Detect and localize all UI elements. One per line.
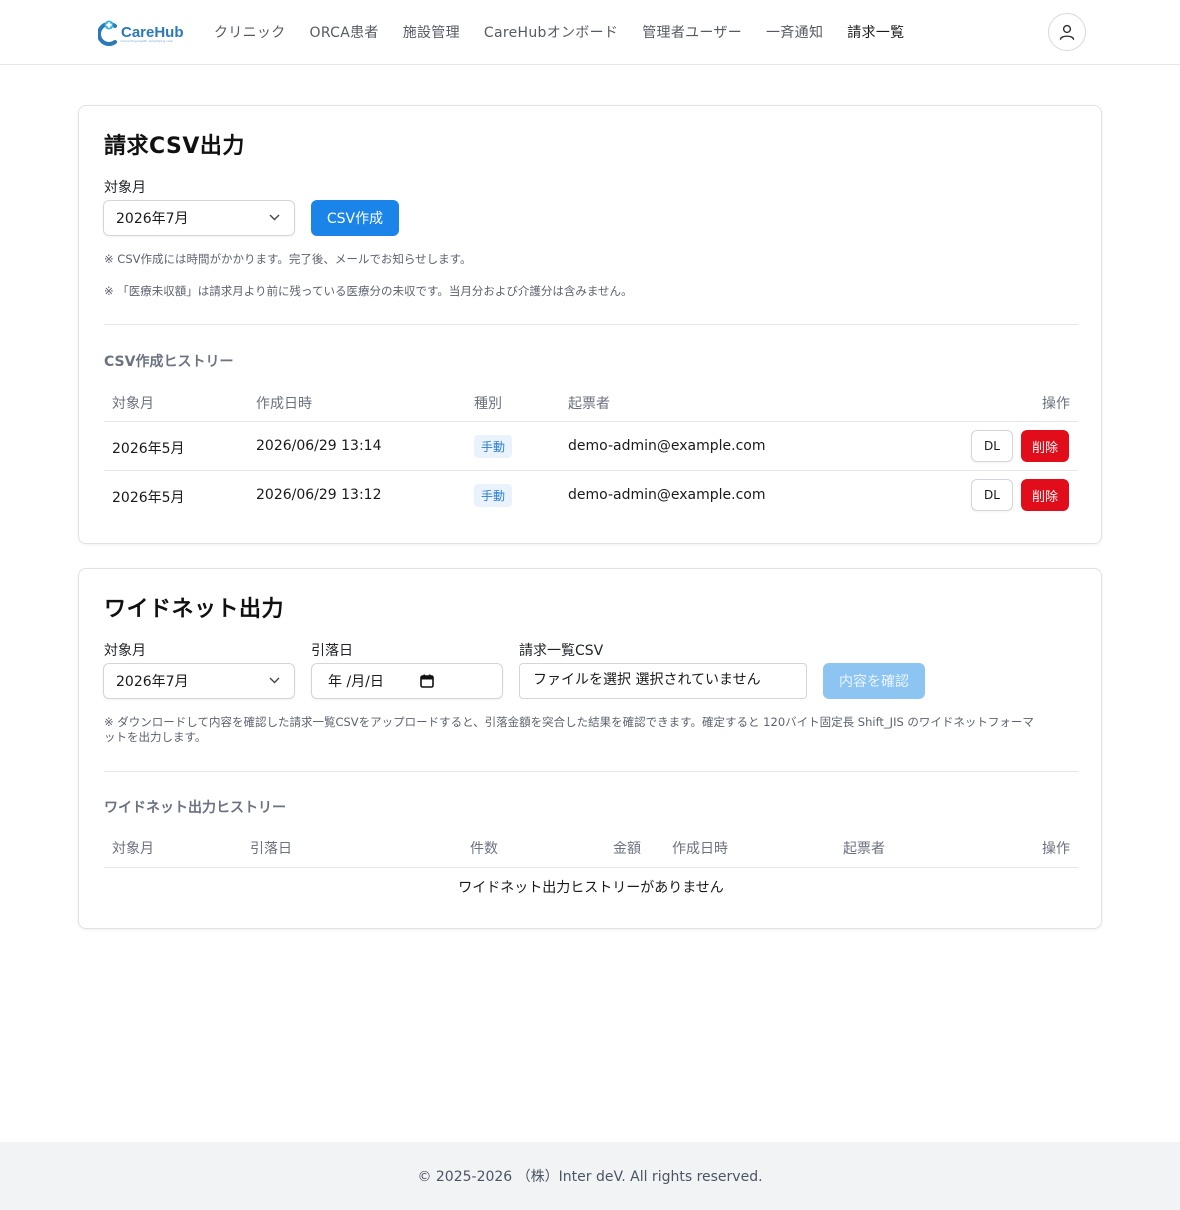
nav-admin-users[interactable]: 管理者ユーザー bbox=[642, 22, 742, 42]
footer: © 2025-2026 （株）Inter deV. All rights res… bbox=[0, 1142, 1180, 1210]
target-month-value: 2026年7月 bbox=[116, 211, 189, 227]
col-actions: 操作 bbox=[1042, 841, 1070, 857]
confirm-content-button[interactable]: 内容を確認 bbox=[823, 663, 925, 699]
widenet-month-select[interactable]: 2026年7月 bbox=[103, 663, 295, 699]
row-created: 2026/06/29 13:12 bbox=[256, 487, 382, 503]
col-created-at: 作成日時 bbox=[672, 841, 728, 857]
col-target-month: 対象月 bbox=[112, 841, 154, 857]
col-created-at: 作成日時 bbox=[256, 396, 312, 412]
kind-badge: 手動 bbox=[474, 435, 513, 458]
csv-note-2: ※ 「医療未収額」は請求月より前に残っている医療分の未収です。当月分および介護分… bbox=[104, 284, 633, 298]
calendar-icon[interactable] bbox=[420, 674, 434, 688]
widenet-history-title: ワイドネット出力ヒストリー bbox=[104, 800, 286, 816]
debit-date-label: 引落日 bbox=[311, 643, 353, 659]
widenet-title: ワイドネット出力 bbox=[104, 597, 285, 622]
main-nav: クリニック ORCA患者 施設管理 CareHubオンボード 管理者ユーザー 一… bbox=[214, 22, 928, 42]
col-kind: 種別 bbox=[474, 396, 502, 412]
col-target-month: 対象月 bbox=[112, 396, 154, 412]
nav-billing-list[interactable]: 請求一覧 bbox=[847, 22, 904, 42]
nav-broadcast[interactable]: 一斉通知 bbox=[766, 22, 823, 42]
col-debit-date: 引落日 bbox=[250, 841, 292, 857]
logo-tagline: connecting health, simplifying care bbox=[120, 39, 173, 43]
billing-csv-label: 請求一覧CSV bbox=[519, 643, 604, 659]
delete-button[interactable]: 削除 bbox=[1021, 479, 1069, 511]
kind-badge: 手動 bbox=[474, 484, 513, 507]
user-menu-button[interactable] bbox=[1048, 13, 1086, 51]
nav-facility[interactable]: 施設管理 bbox=[403, 22, 460, 42]
chevron-down-icon bbox=[269, 677, 280, 684]
empty-history-message: ワイドネット出力ヒストリーがありません bbox=[458, 880, 724, 896]
download-button[interactable]: DL bbox=[971, 430, 1013, 462]
carehub-logo-icon bbox=[97, 20, 120, 46]
logo-text: CareHub bbox=[121, 23, 184, 41]
download-button[interactable]: DL bbox=[971, 479, 1013, 511]
row-created: 2026/06/29 13:14 bbox=[256, 438, 382, 454]
billing-csv-title: 請求CSV出力 bbox=[104, 134, 245, 159]
nav-orca-patients[interactable]: ORCA患者 bbox=[310, 22, 379, 42]
row-month: 2026年5月 bbox=[112, 441, 185, 457]
widenet-month-value: 2026年7月 bbox=[116, 674, 189, 690]
csv-note-1: ※ CSV作成には時間がかかります。完了後、メールでお知らせします。 bbox=[104, 252, 472, 266]
nav-onboard[interactable]: CareHubオンボード bbox=[484, 22, 618, 42]
target-month-label: 対象月 bbox=[104, 180, 146, 196]
top-navigation-bar: CareHub connecting health, simplifying c… bbox=[0, 0, 1180, 65]
col-author: 起票者 bbox=[568, 396, 610, 412]
widenet-note-line-2: ットを出力します。 bbox=[104, 730, 207, 744]
debit-date-input[interactable]: 年 /月/日 bbox=[311, 663, 503, 699]
divider bbox=[104, 771, 1078, 772]
billing-csv-file-input[interactable]: ファイルを選択 選択されていません bbox=[519, 663, 807, 699]
col-amount: 金額 bbox=[613, 841, 641, 857]
create-csv-button[interactable]: CSV作成 bbox=[311, 200, 399, 236]
divider bbox=[104, 324, 1078, 325]
delete-button[interactable]: 削除 bbox=[1021, 430, 1069, 462]
table-header-line bbox=[104, 421, 1078, 422]
target-month-select[interactable]: 2026年7月 bbox=[103, 200, 295, 236]
chevron-down-icon bbox=[269, 214, 280, 221]
widenet-month-label: 対象月 bbox=[104, 643, 146, 659]
csv-history-title: CSV作成ヒストリー bbox=[104, 354, 234, 370]
billing-csv-card: 請求CSV出力 対象月 2026年7月 CSV作成 ※ CSV作成には時間がかか… bbox=[78, 105, 1102, 544]
row-month: 2026年5月 bbox=[112, 490, 185, 506]
row-author: demo-admin@example.com bbox=[568, 438, 766, 454]
col-actions: 操作 bbox=[1042, 396, 1070, 412]
row-divider bbox=[104, 470, 1078, 471]
table-header-line bbox=[104, 867, 1078, 868]
user-icon bbox=[1059, 24, 1075, 40]
widenet-card: ワイドネット出力 対象月 2026年7月 引落日 年 /月/日 請求一覧CSV … bbox=[78, 568, 1102, 929]
copyright-text: © 2025-2026 （株）Inter deV. All rights res… bbox=[417, 1169, 763, 1185]
widenet-note-line-1: ※ ダウンロードして内容を確認した請求一覧CSVをアップロードすると、引落金額を… bbox=[104, 715, 1034, 729]
col-count: 件数 bbox=[470, 841, 498, 857]
col-author: 起票者 bbox=[843, 841, 885, 857]
carehub-logo[interactable]: CareHub connecting health, simplifying c… bbox=[97, 15, 188, 49]
nav-clinic[interactable]: クリニック bbox=[214, 22, 286, 42]
debit-date-placeholder: 年 /月/日 bbox=[328, 674, 384, 690]
row-author: demo-admin@example.com bbox=[568, 487, 766, 503]
